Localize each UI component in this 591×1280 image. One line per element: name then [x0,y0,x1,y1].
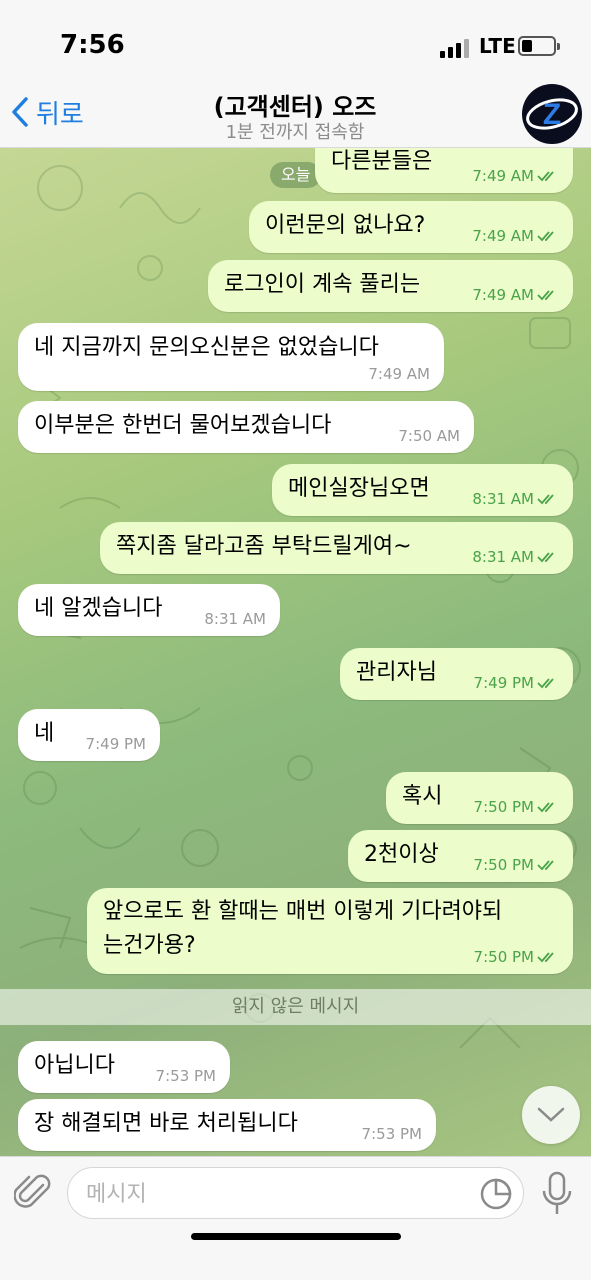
message-text: 이런문의 없나요? [265,213,426,238]
chat-area[interactable]: 오늘 다른분들은 7:49 AM 이런문의 없나요? 7:49 AM 로그인이 … [0,148,591,1156]
message-time: 7:50 PM [473,856,534,874]
message-text: 로그인이 계속 풀리는 [224,272,421,297]
message-text: 이부분은 한번더 물어보겠습니다 [34,413,332,438]
message-bubble-incoming[interactable]: 네 7:49 PM [18,709,160,761]
message-time: 7:49 AM [472,227,534,245]
double-check-icon [537,494,554,505]
message-meta: 8:31 AM [204,610,266,628]
message-time: 7:49 PM [473,674,534,692]
sticker-icon[interactable] [479,1177,513,1211]
message-time: 7:50 PM [473,948,534,966]
message-text: 관리자님 [356,660,437,685]
svg-text:Z: Z [543,98,561,131]
message-bubble-outgoing[interactable]: 2천이상 7:50 PM [348,830,573,882]
message-bubble-incoming[interactable]: 장 해결되면 바로 처리됩니다 7:53 PM [18,1099,436,1151]
signal-icon [440,38,472,58]
message-bubble-incoming[interactable]: 아닙니다 7:53 PM [18,1041,230,1093]
status-time: 7:56 [60,30,125,60]
double-check-icon [537,171,554,182]
network-label: LTE [479,34,516,58]
message-meta: 7:49 AM [472,167,559,185]
message-meta: 7:49 PM [86,735,146,753]
message-text: 네 지금까지 문의오신분은 없었습니다 [34,335,379,360]
date-chip: 오늘 [270,162,322,188]
chat-subtitle: 1분 전까지 접속함 [225,122,365,143]
paperclip-icon[interactable] [14,1171,54,1215]
avatar[interactable]: Z [522,84,582,144]
message-time: 7:50 AM [398,427,460,445]
message-text: 2천이상 [364,842,439,867]
message-input[interactable] [86,1176,466,1212]
message-meta: 7:53 PM [156,1067,216,1085]
message-text: 네 알겠습니다 [34,596,163,621]
message-text: 쪽지좀 달라고좀 부탁드릴게여~ [116,534,412,559]
message-bubble-outgoing[interactable]: 앞으로도 환 할때는 매번 이렇게 기다려야되 는건가용? 7:50 PM [87,888,573,974]
message-time: 7:49 AM [472,167,534,185]
message-time: 7:49 AM [368,365,430,383]
message-meta: 7:49 AM [472,286,559,304]
message-meta: 7:50 PM [474,948,559,966]
message-meta: 7:50 PM [474,798,559,816]
scroll-down-button[interactable] [522,1086,580,1144]
message-meta: 8:31 AM [472,490,559,508]
microphone-icon[interactable] [540,1171,574,1217]
message-bubble-outgoing[interactable]: 쪽지좀 달라고좀 부탁드릴게여~ 8:31 AM [100,522,573,574]
message-time: 8:31 AM [204,610,266,628]
message-meta: 7:49 AM [472,227,559,245]
back-label: 뒤로 [36,99,84,130]
message-text: 혹시 [402,784,443,809]
message-bubble-outgoing[interactable]: 관리자님 7:49 PM [340,648,573,700]
message-time: 8:31 AM [472,548,534,566]
chat-title[interactable]: (고객센터) 오즈 [130,87,460,122]
logo-icon: Z [525,87,579,141]
message-text: 다른분들은 [331,149,433,174]
battery-icon [518,36,560,56]
message-time: 7:53 PM [155,1067,216,1085]
message-bubble-outgoing[interactable]: 로그인이 계속 풀리는 7:49 AM [208,260,573,312]
back-button[interactable]: 뒤로 [10,92,84,132]
message-meta: 7:49 PM [474,674,559,692]
message-time: 7:49 AM [472,286,534,304]
composer-bar [0,1156,591,1280]
message-meta: 7:49 AM [368,365,430,383]
home-indicator [191,1233,401,1240]
message-text: 장 해결되면 바로 처리됩니다 [34,1111,298,1136]
message-bubble-incoming[interactable]: 네 알겠습니다 8:31 AM [18,584,280,636]
message-bubble-incoming[interactable]: 이부분은 한번더 물어보겠습니다 7:50 AM [18,401,474,453]
message-text: 아닙니다 [34,1053,115,1078]
double-check-icon [537,860,554,871]
double-check-icon [537,231,554,242]
chevron-left-icon [12,97,28,127]
message-meta: 7:50 PM [474,856,559,874]
message-text: 메인실장님오면 [288,476,430,501]
message-meta: 7:53 PM [362,1125,422,1143]
chevron-down-icon [537,1107,565,1122]
message-input-container[interactable] [67,1167,524,1219]
double-check-icon [537,552,554,563]
message-bubble-outgoing[interactable]: 메인실장님오면 8:31 AM [272,464,573,516]
message-bubble-outgoing[interactable]: 다른분들은 7:49 AM [315,148,573,193]
message-time: 7:50 PM [473,798,534,816]
double-check-icon [537,802,554,813]
message-time: 7:49 PM [85,735,146,753]
unread-divider: 읽지 않은 메시지 [0,989,591,1025]
message-text: 는건가용? [103,933,196,958]
double-check-icon [537,290,554,301]
message-bubble-outgoing[interactable]: 혹시 7:50 PM [386,772,573,824]
message-meta: 8:31 AM [472,548,559,566]
message-bubble-outgoing[interactable]: 이런문의 없나요? 7:49 AM [249,201,573,253]
message-time: 8:31 AM [472,490,534,508]
message-text: 네 [34,721,55,746]
message-text: 앞으로도 환 할때는 매번 이렇게 기다려야되 [103,899,503,924]
top-bar: 7:56 LTE 뒤로 (고객센터) 오즈 1분 전까지 접속함 Z [0,0,591,148]
message-time: 7:53 PM [361,1125,422,1143]
double-check-icon [537,678,554,689]
double-check-icon [537,952,554,963]
message-meta: 7:50 AM [398,427,460,445]
message-bubble-incoming[interactable]: 네 지금까지 문의오신분은 없었습니다 7:49 AM [18,323,444,391]
